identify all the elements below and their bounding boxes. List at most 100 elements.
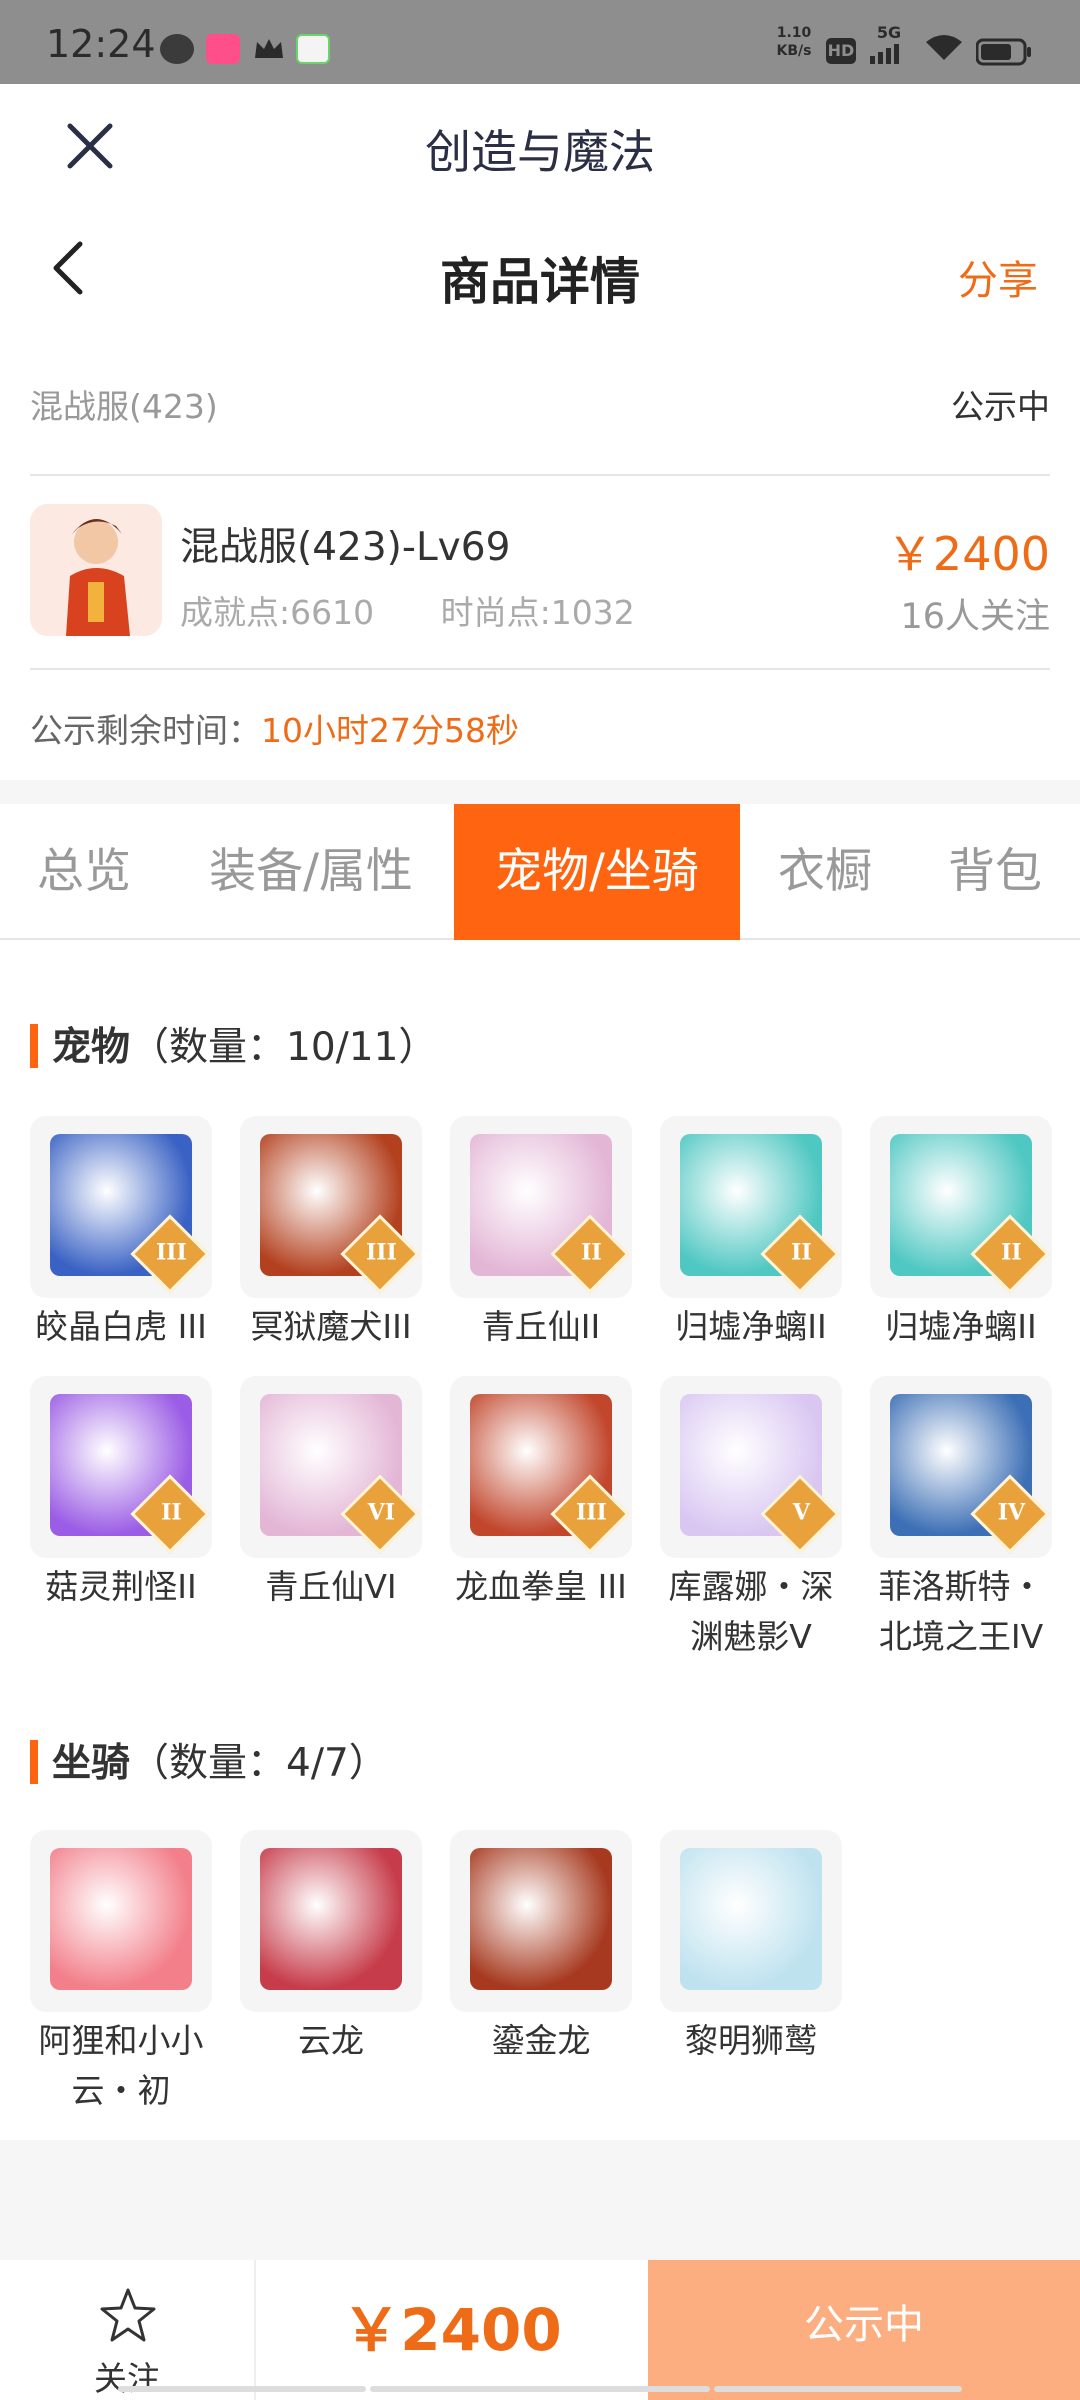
item-name: 混战服(423)-Lv69 bbox=[180, 525, 511, 570]
mount-name: 鎏金龙 bbox=[491, 2021, 591, 2060]
pet-name: 菲洛斯特・北境之王IV bbox=[878, 1567, 1044, 1656]
tab-backpack[interactable]: 背包 bbox=[910, 804, 1080, 940]
nav-indicator bbox=[714, 2386, 962, 2392]
pet-item[interactable]: V 库露娜・深渊魅影V bbox=[660, 1376, 842, 1662]
pet-item[interactable]: II 归墟净螭II bbox=[660, 1116, 842, 1352]
mount-thumbnail bbox=[660, 1830, 842, 2012]
tier-label: III bbox=[155, 1239, 187, 1266]
hd-badge: HD bbox=[826, 38, 856, 64]
pet-thumbnail: VI bbox=[240, 1376, 422, 1558]
tab-wardrobe[interactable]: 衣橱 bbox=[740, 804, 910, 940]
tier-label: V bbox=[792, 1499, 810, 1526]
share-button[interactable]: 分享 bbox=[958, 248, 1038, 306]
character-avatar bbox=[30, 504, 162, 636]
pet-name: 皎晶白虎 III bbox=[35, 1307, 207, 1346]
tab-equipment[interactable]: 装备/属性 bbox=[168, 804, 454, 940]
mount-name: 阿狸和小小云・初 bbox=[38, 2021, 204, 2110]
mount-image bbox=[470, 1848, 612, 1990]
wifi-icon bbox=[924, 32, 964, 62]
pet-name: 菇灵荆怪II bbox=[45, 1567, 197, 1606]
section-gap bbox=[0, 780, 1080, 804]
divider bbox=[30, 668, 1050, 670]
mount-item[interactable]: 鎏金龙 bbox=[450, 1830, 632, 2066]
pet-thumbnail: II bbox=[30, 1376, 212, 1558]
mount-thumbnail bbox=[30, 1830, 212, 2012]
pet-thumbnail: II bbox=[660, 1116, 842, 1298]
server-row: 混战服(423) 公示中 bbox=[30, 380, 1050, 428]
follower-count: 16人关注 bbox=[900, 597, 1050, 637]
mounts-section-title: 坐骑（数量：4/7） bbox=[30, 1732, 388, 1788]
item-price: ￥2400 bbox=[886, 527, 1050, 581]
bottom-price: ￥2400 bbox=[342, 2296, 562, 2364]
tier-label: II bbox=[791, 1239, 812, 1266]
pet-thumbnail: III bbox=[450, 1376, 632, 1558]
pet-name: 归墟净螭II bbox=[885, 1307, 1037, 1346]
mount-image bbox=[680, 1848, 822, 1990]
item-card[interactable]: 混战服(423)-Lv69 成就点:6610 时尚点:1032 ￥2400 16… bbox=[30, 502, 1050, 637]
divider bbox=[30, 474, 1050, 476]
pet-thumbnail: III bbox=[30, 1116, 212, 1298]
nav-indicator bbox=[370, 2386, 710, 2392]
section-accent-bar bbox=[30, 1739, 38, 1784]
pet-item[interactable]: II 青丘仙II bbox=[450, 1116, 632, 1352]
follow-button[interactable]: 关注 bbox=[0, 2260, 256, 2400]
pet-name: 龙血拳皇 III bbox=[455, 1567, 627, 1606]
pet-name: 青丘仙VI bbox=[265, 1567, 397, 1606]
fashion-points: 时尚点:1032 bbox=[440, 593, 635, 632]
mount-item[interactable]: 黎明狮鹫 bbox=[660, 1830, 842, 2066]
mount-image bbox=[260, 1848, 402, 1990]
pet-item[interactable]: III 龙血拳皇 III bbox=[450, 1376, 632, 1612]
countdown-value: 10小时27分58秒 bbox=[261, 711, 519, 750]
pet-item[interactable]: VI 青丘仙VI bbox=[240, 1376, 422, 1612]
bottom-bar: 关注 ￥2400 公示中 bbox=[0, 2260, 1080, 2400]
tier-label: III bbox=[365, 1239, 397, 1266]
star-icon bbox=[98, 2286, 158, 2346]
mount-name: 黎明狮鹫 bbox=[685, 2021, 817, 2060]
pet-name: 青丘仙II bbox=[481, 1307, 601, 1346]
status-time: 12:24 bbox=[46, 22, 156, 66]
section-accent-bar bbox=[30, 1023, 38, 1068]
page-header: 商品详情 分享 bbox=[0, 208, 1080, 334]
pet-thumbnail: III bbox=[240, 1116, 422, 1298]
pet-item[interactable]: III 皎晶白虎 III bbox=[30, 1116, 212, 1352]
status-bar: 12:24 1.10 KB/s HD 5G bbox=[0, 0, 1080, 84]
pet-item[interactable]: III 冥狱魔犬III bbox=[240, 1116, 422, 1352]
pet-name: 归墟净螭II bbox=[675, 1307, 827, 1346]
mount-image bbox=[50, 1848, 192, 1990]
pet-item[interactable]: II 归墟净螭II bbox=[870, 1116, 1052, 1352]
pet-thumbnail: II bbox=[450, 1116, 632, 1298]
tier-label: II bbox=[581, 1239, 602, 1266]
tier-label: IV bbox=[997, 1499, 1026, 1526]
battery-icon bbox=[975, 38, 1032, 66]
net-speed: 1.10 KB/s bbox=[776, 25, 812, 59]
server-name: 混战服(423) bbox=[30, 387, 218, 426]
pet-thumbnail: II bbox=[870, 1116, 1052, 1298]
pet-thumbnail: IV bbox=[870, 1376, 1052, 1558]
pet-name: 库露娜・深渊魅影V bbox=[668, 1567, 834, 1656]
pet-name: 冥狱魔犬III bbox=[250, 1307, 412, 1346]
detail-tabs: 总览 装备/属性 宠物/坐骑 衣橱 背包 bbox=[0, 804, 1080, 940]
tab-pets-mounts[interactable]: 宠物/坐骑 bbox=[454, 804, 740, 940]
app-notification-icon bbox=[206, 34, 240, 64]
pet-thumbnail: V bbox=[660, 1376, 842, 1558]
pets-section-title: 宠物（数量：10/11） bbox=[30, 1016, 437, 1072]
tier-label: VI bbox=[367, 1499, 396, 1526]
server-status: 公示中 bbox=[951, 387, 1050, 426]
achievement-points: 成就点:6610 bbox=[180, 593, 375, 632]
mount-thumbnail bbox=[450, 1830, 632, 2012]
app-notification-icon bbox=[160, 34, 194, 64]
mount-item[interactable]: 阿狸和小小云・初 bbox=[30, 1830, 212, 2116]
tab-overview[interactable]: 总览 bbox=[0, 804, 168, 940]
app-notification-icon bbox=[296, 34, 330, 64]
status-button[interactable]: 公示中 bbox=[648, 2260, 1080, 2400]
countdown-row: 公示剩余时间：10小时27分58秒 bbox=[30, 704, 519, 752]
pet-item[interactable]: II 菇灵荆怪II bbox=[30, 1376, 212, 1612]
app-title: 创造与魔法 bbox=[425, 125, 655, 179]
app-titlebar: 创造与魔法 bbox=[0, 84, 1080, 208]
countdown-label: 公示剩余时间： bbox=[30, 711, 261, 750]
crown-icon bbox=[252, 34, 286, 64]
pet-item[interactable]: IV 菲洛斯特・北境之王IV bbox=[870, 1376, 1052, 1662]
mount-item[interactable]: 云龙 bbox=[240, 1830, 422, 2066]
follow-label: 关注 bbox=[94, 2359, 160, 2398]
nav-indicator bbox=[118, 2386, 366, 2392]
